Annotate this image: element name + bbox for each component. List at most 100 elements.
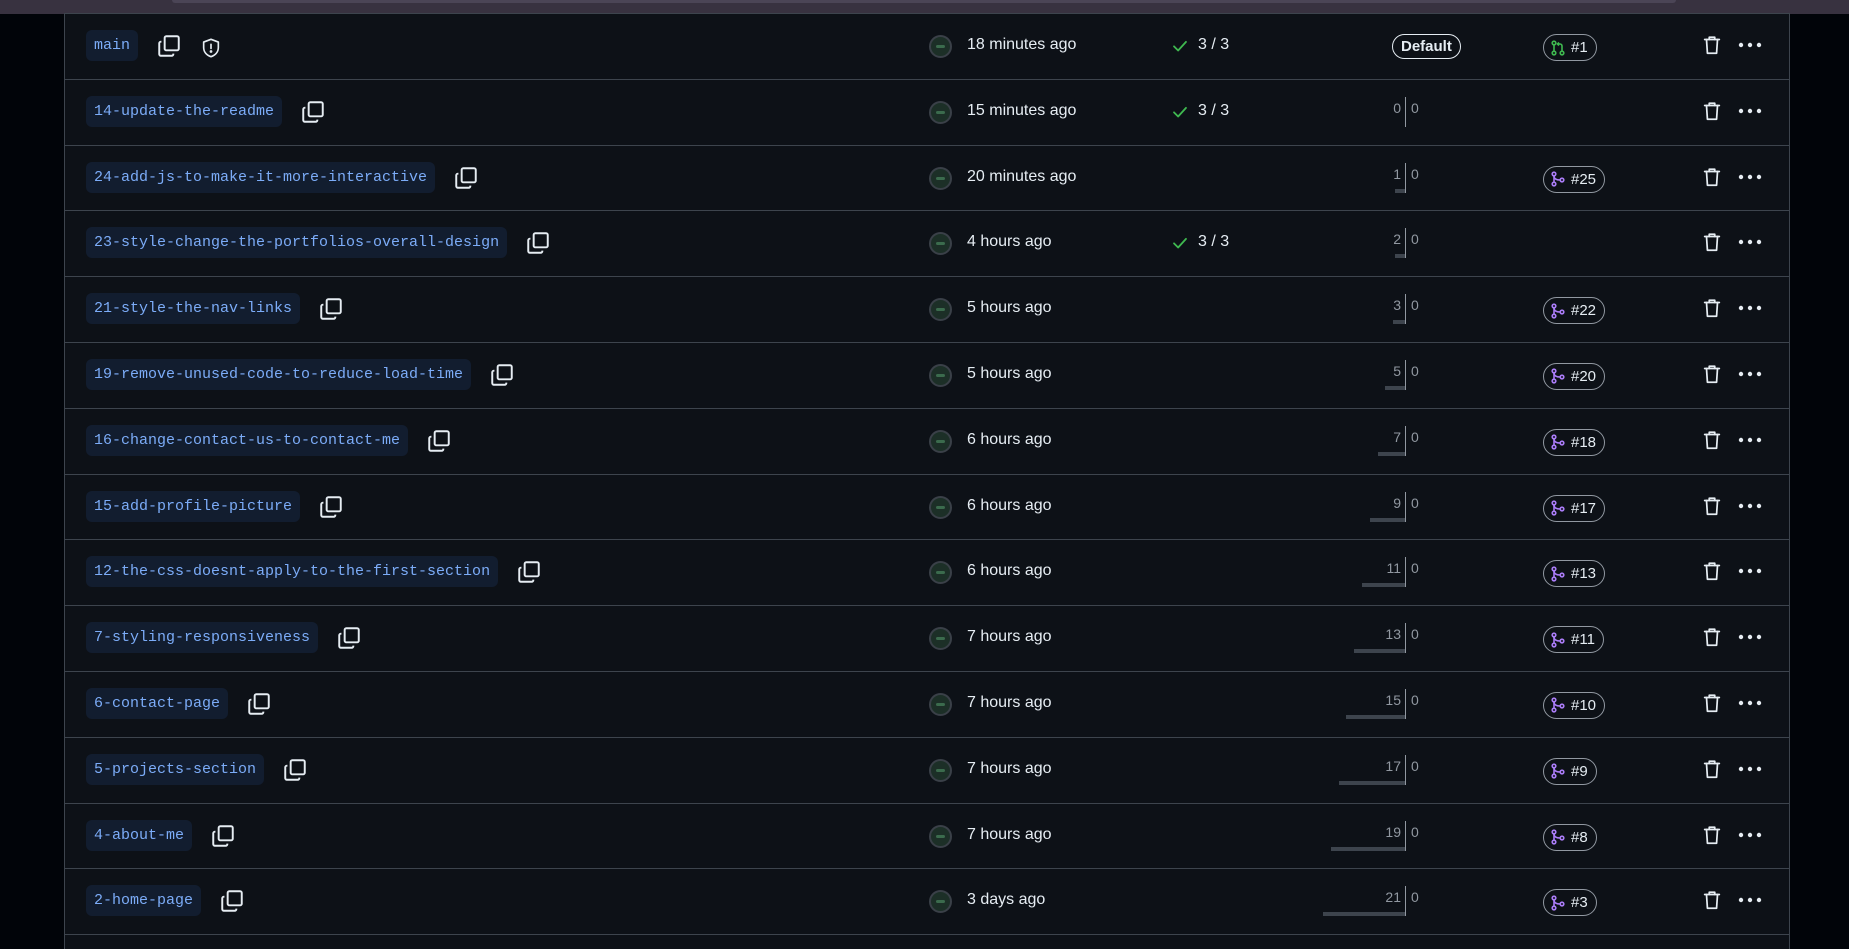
copy-icon[interactable] <box>300 99 326 125</box>
pull-request-badge[interactable]: #10 <box>1543 691 1606 719</box>
behind-count: 15 <box>1385 691 1401 708</box>
avatar[interactable] <box>929 561 952 585</box>
behind-count: 19 <box>1385 823 1401 840</box>
copy-icon[interactable] <box>282 757 308 783</box>
trash-icon[interactable] <box>1701 231 1723 253</box>
avatar[interactable] <box>929 298 952 322</box>
updated-time: 3 days ago <box>967 891 1046 909</box>
git-merge-icon <box>1550 697 1566 714</box>
git-pull-request-icon <box>1550 39 1566 56</box>
branch-name-link[interactable]: 2-home-page <box>86 885 202 917</box>
kebab-horizontal-icon[interactable] <box>1737 100 1763 122</box>
ahead-count: 0 <box>1411 560 1419 577</box>
pull-request-badge[interactable]: #22 <box>1543 297 1606 325</box>
branch-name-link[interactable]: 4-about-me <box>86 819 193 851</box>
avatar[interactable] <box>929 627 952 651</box>
avatar[interactable] <box>929 166 952 190</box>
copy-icon[interactable] <box>246 691 272 717</box>
behind-bar <box>1370 517 1405 522</box>
avatar[interactable] <box>929 824 952 848</box>
trash-icon[interactable] <box>1701 34 1723 56</box>
copy-icon[interactable] <box>426 428 452 454</box>
ahead-count: 0 <box>1411 165 1419 182</box>
pull-request-badge[interactable]: #3 <box>1543 889 1597 917</box>
branch-name-link[interactable]: 24-add-js-to-make-it-more-interactive <box>86 161 436 193</box>
kebab-horizontal-icon[interactable] <box>1737 692 1763 714</box>
trash-icon[interactable] <box>1701 429 1723 451</box>
kebab-horizontal-icon[interactable] <box>1737 363 1763 385</box>
kebab-horizontal-icon[interactable] <box>1737 495 1763 517</box>
behind-count: 21 <box>1385 889 1401 906</box>
pull-request-badge[interactable]: #25 <box>1543 165 1606 193</box>
copy-icon[interactable] <box>336 625 362 651</box>
copy-icon[interactable] <box>318 296 344 322</box>
kebab-horizontal-icon[interactable] <box>1737 34 1763 56</box>
avatar[interactable] <box>929 363 952 387</box>
kebab-horizontal-icon[interactable] <box>1737 297 1763 319</box>
pull-request-badge[interactable]: #18 <box>1543 428 1606 456</box>
copy-icon[interactable] <box>210 823 236 849</box>
trash-icon[interactable] <box>1701 560 1723 582</box>
pull-request-badge[interactable]: #20 <box>1543 362 1606 390</box>
branch-name-link[interactable]: 12-the-css-doesnt-apply-to-the-first-sec… <box>86 556 499 588</box>
avatar[interactable] <box>929 232 952 256</box>
avatar[interactable] <box>929 495 952 519</box>
pull-request-badge[interactable]: #11 <box>1543 626 1604 654</box>
branch-name-link[interactable]: 14-update-the-readme <box>86 95 283 127</box>
trash-icon[interactable] <box>1701 824 1723 846</box>
avatar[interactable] <box>929 692 952 716</box>
trash-icon[interactable] <box>1701 495 1723 517</box>
pull-request-badge[interactable]: #13 <box>1543 560 1606 588</box>
avatar[interactable] <box>929 758 952 782</box>
table-row: 12-the-css-doesnt-apply-to-the-first-sec… <box>65 539 1789 605</box>
kebab-horizontal-icon[interactable] <box>1737 560 1763 582</box>
branch-name-link[interactable]: 23-style-change-the-portfolios-overall-d… <box>86 227 508 259</box>
avatar[interactable] <box>929 100 952 124</box>
avatar[interactable] <box>929 35 952 58</box>
kebab-horizontal-icon[interactable] <box>1737 824 1763 846</box>
branch-name-link[interactable]: 21-style-the-nav-links <box>86 293 301 325</box>
trash-icon[interactable] <box>1701 889 1723 911</box>
ahead-count: 0 <box>1411 889 1419 906</box>
branch-name-link[interactable]: 5-projects-section <box>86 753 265 785</box>
branch-name-link[interactable]: main <box>86 30 139 61</box>
branch-name-link[interactable]: 16-change-contact-us-to-contact-me <box>86 424 409 456</box>
table-row: 7-styling-responsiveness 7 hours ago 13 0 #1… <box>65 605 1789 671</box>
copy-icon[interactable] <box>525 230 551 256</box>
copy-icon[interactable] <box>156 33 182 59</box>
avatar[interactable] <box>929 890 952 914</box>
kebab-horizontal-icon[interactable] <box>1737 231 1763 253</box>
pull-request-badge[interactable]: #8 <box>1543 823 1597 851</box>
branch-name-link[interactable]: 6-contact-page <box>86 687 229 719</box>
pull-request-number: #13 <box>1571 565 1597 583</box>
trash-icon[interactable] <box>1701 692 1723 714</box>
ahead-behind-divider <box>1405 754 1406 785</box>
git-merge-icon <box>1550 566 1566 582</box>
trash-icon[interactable] <box>1701 758 1723 780</box>
kebab-horizontal-icon[interactable] <box>1737 626 1763 648</box>
pull-request-badge[interactable]: #1 <box>1543 34 1597 61</box>
trash-icon[interactable] <box>1701 100 1723 122</box>
copy-icon[interactable] <box>318 494 344 520</box>
copy-icon[interactable] <box>219 888 245 914</box>
trash-icon[interactable] <box>1701 363 1723 385</box>
trash-icon[interactable] <box>1701 626 1723 648</box>
kebab-horizontal-icon[interactable] <box>1737 889 1763 911</box>
copy-icon[interactable] <box>489 362 515 388</box>
pull-request-badge[interactable]: #17 <box>1543 494 1606 522</box>
ahead-behind-divider <box>1405 359 1406 390</box>
kebab-horizontal-icon[interactable] <box>1737 758 1763 780</box>
avatar[interactable] <box>929 429 952 453</box>
copy-icon[interactable] <box>453 165 479 191</box>
shield-icon[interactable] <box>200 37 222 59</box>
branch-name-link[interactable]: 15-add-profile-picture <box>86 490 301 522</box>
trash-icon[interactable] <box>1701 297 1723 319</box>
kebab-horizontal-icon[interactable] <box>1737 429 1763 451</box>
pull-request-badge[interactable]: #9 <box>1543 757 1597 785</box>
branch-name-link[interactable]: 19-remove-unused-code-to-reduce-load-tim… <box>86 358 472 390</box>
branch-name-link[interactable]: 7-styling-responsiveness <box>86 622 319 654</box>
git-merge-icon <box>1550 171 1566 187</box>
trash-icon[interactable] <box>1701 166 1723 188</box>
copy-icon[interactable] <box>516 559 542 585</box>
kebab-horizontal-icon[interactable] <box>1737 166 1763 188</box>
